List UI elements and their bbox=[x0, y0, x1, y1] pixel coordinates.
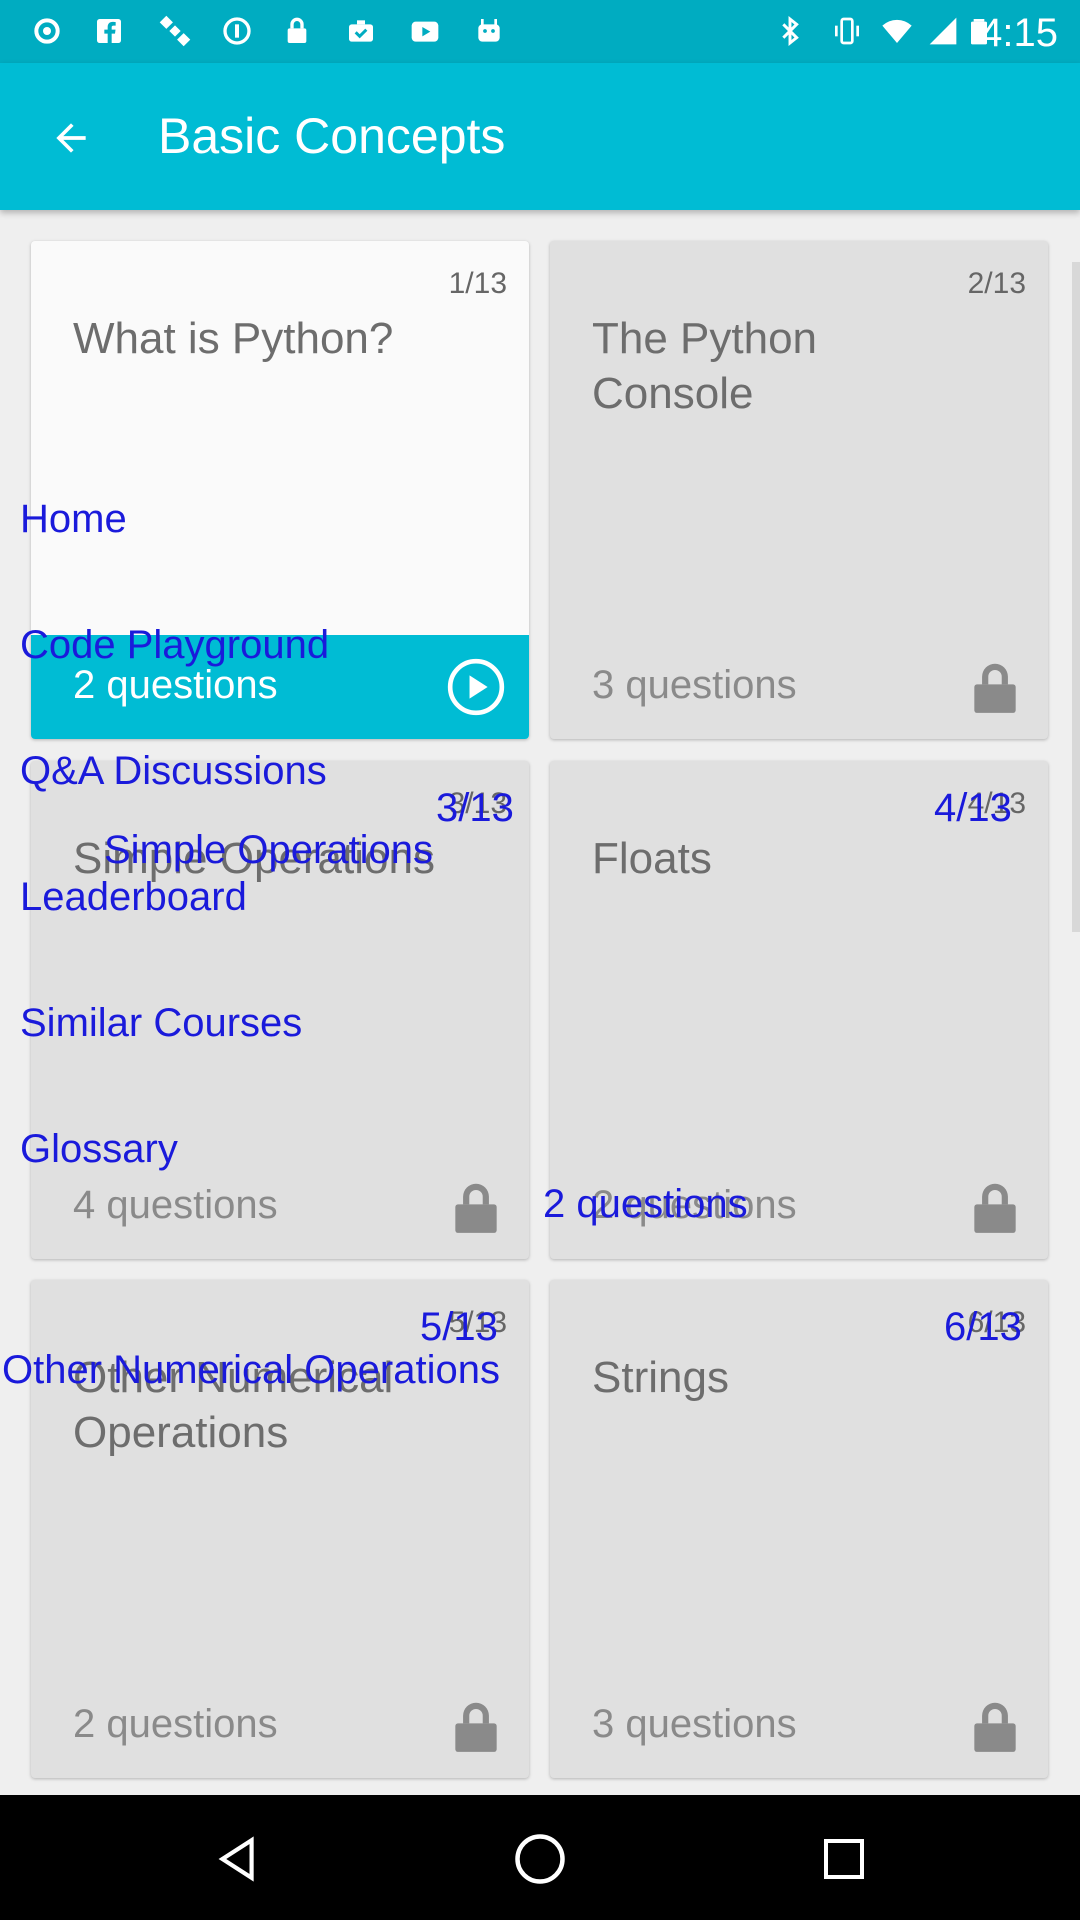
wifi-icon bbox=[880, 14, 914, 48]
lesson-question-count: 3 questions bbox=[592, 1702, 797, 1746]
drawer-item-qa-discussions[interactable]: Q&A Discussions bbox=[20, 749, 327, 794]
drawer-item-leaderboard[interactable]: Leaderboard bbox=[20, 875, 247, 920]
lesson-question-count: 2 questions bbox=[73, 663, 278, 707]
lock-icon bbox=[280, 14, 314, 48]
lesson-title: Floats bbox=[592, 834, 712, 883]
page-title: Basic Concepts bbox=[158, 108, 506, 164]
lock-icon bbox=[974, 663, 1016, 713]
youtube-icon bbox=[408, 14, 442, 48]
overlay-card-5-title: Other Numerical Operations bbox=[2, 1348, 500, 1392]
lock-icon bbox=[974, 1183, 1016, 1233]
facebook-icon bbox=[92, 14, 126, 48]
drawer-item-glossary[interactable]: Glossary bbox=[20, 1127, 178, 1172]
info-circle-icon bbox=[220, 14, 254, 48]
lock-icon bbox=[455, 1183, 497, 1233]
nav-back-button[interactable] bbox=[205, 1827, 269, 1891]
overlay-card-4-questions: 2 questions bbox=[543, 1182, 748, 1226]
signal-icon bbox=[926, 14, 960, 48]
android-icon bbox=[472, 14, 506, 48]
lesson-card-6[interactable]: 6/13 Strings 3 questions bbox=[550, 1280, 1048, 1778]
lesson-question-count: 2 questions bbox=[73, 1702, 278, 1746]
back-arrow-icon bbox=[56, 123, 86, 153]
lesson-title: Strings bbox=[592, 1353, 729, 1402]
app-bar: Basic Concepts bbox=[0, 63, 1080, 210]
lock-icon bbox=[455, 1702, 497, 1752]
play-circle-icon[interactable] bbox=[445, 655, 507, 719]
overlay-card-3-counter: 3/13 bbox=[436, 786, 514, 830]
overlay-card-5-counter: 5/13 bbox=[420, 1305, 498, 1349]
lesson-counter: 2/13 bbox=[967, 267, 1026, 300]
lesson-footer: 2 questions bbox=[31, 1674, 529, 1778]
overlay-card-6-counter: 6/13 bbox=[944, 1305, 1022, 1349]
overlay-card-3-title: Simple Operations bbox=[104, 828, 434, 872]
status-bar: 4:15 bbox=[0, 0, 1080, 63]
briefcase-check-icon bbox=[344, 14, 378, 48]
lesson-question-count: 4 questions bbox=[73, 1183, 278, 1227]
notification-dot-icon bbox=[30, 14, 64, 48]
lesson-counter: 1/13 bbox=[448, 267, 507, 300]
overlay-card-4-counter: 4/13 bbox=[934, 786, 1012, 830]
scroll-indicator[interactable] bbox=[1072, 262, 1080, 932]
status-time: 4:15 bbox=[980, 11, 1058, 55]
lesson-title: What is Python? bbox=[73, 314, 394, 363]
bluetooth-icon bbox=[773, 14, 807, 48]
drawer-item-similar-courses[interactable]: Similar Courses bbox=[20, 1001, 302, 1046]
system-nav-bar bbox=[0, 1795, 1080, 1920]
drawer-item-code-playground[interactable]: Code Playground bbox=[20, 623, 329, 668]
lesson-footer: 3 questions bbox=[550, 635, 1048, 739]
nav-recents-square-icon bbox=[824, 1839, 864, 1879]
satellite-icon bbox=[158, 14, 192, 48]
nav-home-circle-icon bbox=[515, 1834, 565, 1884]
nav-back-triangle-icon bbox=[218, 1836, 254, 1882]
lesson-footer: 3 questions bbox=[550, 1674, 1048, 1778]
back-button[interactable] bbox=[36, 103, 106, 173]
lock-icon bbox=[974, 1702, 1016, 1752]
drawer-item-home[interactable]: Home bbox=[20, 497, 127, 542]
nav-home-button[interactable] bbox=[508, 1827, 572, 1891]
nav-recents-button[interactable] bbox=[812, 1827, 876, 1891]
lesson-title: The Python Console bbox=[592, 314, 818, 418]
lesson-question-count: 3 questions bbox=[592, 663, 797, 707]
lesson-card-2[interactable]: 2/13 The Python Console 3 questions bbox=[550, 241, 1048, 739]
vibrate-icon bbox=[830, 14, 864, 48]
